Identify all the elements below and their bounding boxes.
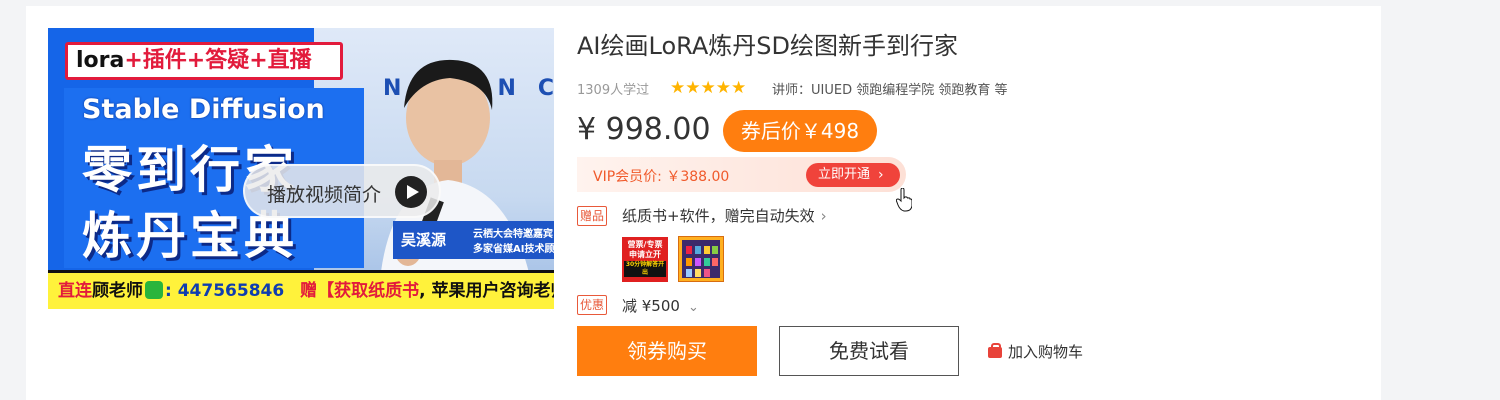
speaker-title-1: 云栖大会特邀嘉宾 <box>473 229 553 240</box>
gift-thumbnail-books[interactable] <box>678 236 724 282</box>
gift-tag: 赠品 <box>577 206 608 226</box>
hand-cursor-icon <box>896 188 912 212</box>
chevron-right-icon: › <box>820 207 827 225</box>
course-cover[interactable]: NFENCE 会 lora+插件+答疑+直播 Stable Diffusion … <box>48 28 554 309</box>
cover-contact-bar: 直连顾老师: 447565846 赠【获取纸质书, 苹果用户咨询老师】 <box>48 270 554 309</box>
star-icon: ★ <box>715 78 731 98</box>
star-icon: ★ <box>670 78 686 98</box>
star-icon: ★ <box>685 78 701 98</box>
free-trial-button[interactable]: 免费试看 <box>779 326 959 376</box>
cover-subtitle: Stable Diffusion <box>82 94 325 125</box>
learner-count: 1309人学过 <box>577 83 650 98</box>
chevron-down-icon: ⌄ <box>687 300 699 315</box>
play-video-label: 播放视频简介 <box>267 184 382 206</box>
vip-activate-button[interactable]: 立即开通 › <box>806 163 900 187</box>
vip-price-label: VIP会员价: ￥388.00 <box>593 169 730 185</box>
vip-price-bar: VIP会员价: ￥388.00 立即开通 › <box>577 157 906 192</box>
cart-icon <box>988 343 1002 358</box>
speaker-name: 吴溪源 <box>401 231 447 249</box>
discount-description[interactable]: 减 ¥500 ⌄ <box>622 295 699 316</box>
add-to-cart-link[interactable]: 加入购物车 <box>988 341 1083 362</box>
coupon-price-badge: 券后价￥498 <box>723 110 877 152</box>
wechat-icon <box>145 281 163 299</box>
chevron-right-icon: › <box>878 167 884 183</box>
speaker-namebar: 吴溪源 云栖大会特邀嘉宾 多家省媒AI技术顾问 <box>393 221 554 259</box>
star-icon: ★ <box>731 78 747 98</box>
course-title: AI绘画LoRA炼丹SD绘图新手到行家 <box>577 32 958 60</box>
rating-stars: ★★★★★ <box>670 78 747 98</box>
gift-description[interactable]: 纸质书+软件，赠完自动失效 › <box>622 205 827 226</box>
cover-chip: lora+插件+答疑+直播 <box>65 42 343 80</box>
play-video-button[interactable]: 播放视频简介 <box>243 164 441 218</box>
discount-tag: 优惠 <box>577 295 608 315</box>
gift-thumbnail-invoice[interactable]: 营票/专票 申请立开 30分钟解答开出 <box>622 237 668 282</box>
teacher-list[interactable]: 讲师：UIUED 领跑编程学院 领跑教育 等 <box>772 79 1008 98</box>
star-icon: ★ <box>700 78 716 98</box>
original-price: ¥ 998.00 <box>577 112 711 147</box>
buy-with-coupon-button[interactable]: 领券购买 <box>577 326 757 376</box>
speaker-title-2: 多家省媒AI技术顾问 <box>473 244 554 255</box>
play-icon <box>395 176 427 208</box>
